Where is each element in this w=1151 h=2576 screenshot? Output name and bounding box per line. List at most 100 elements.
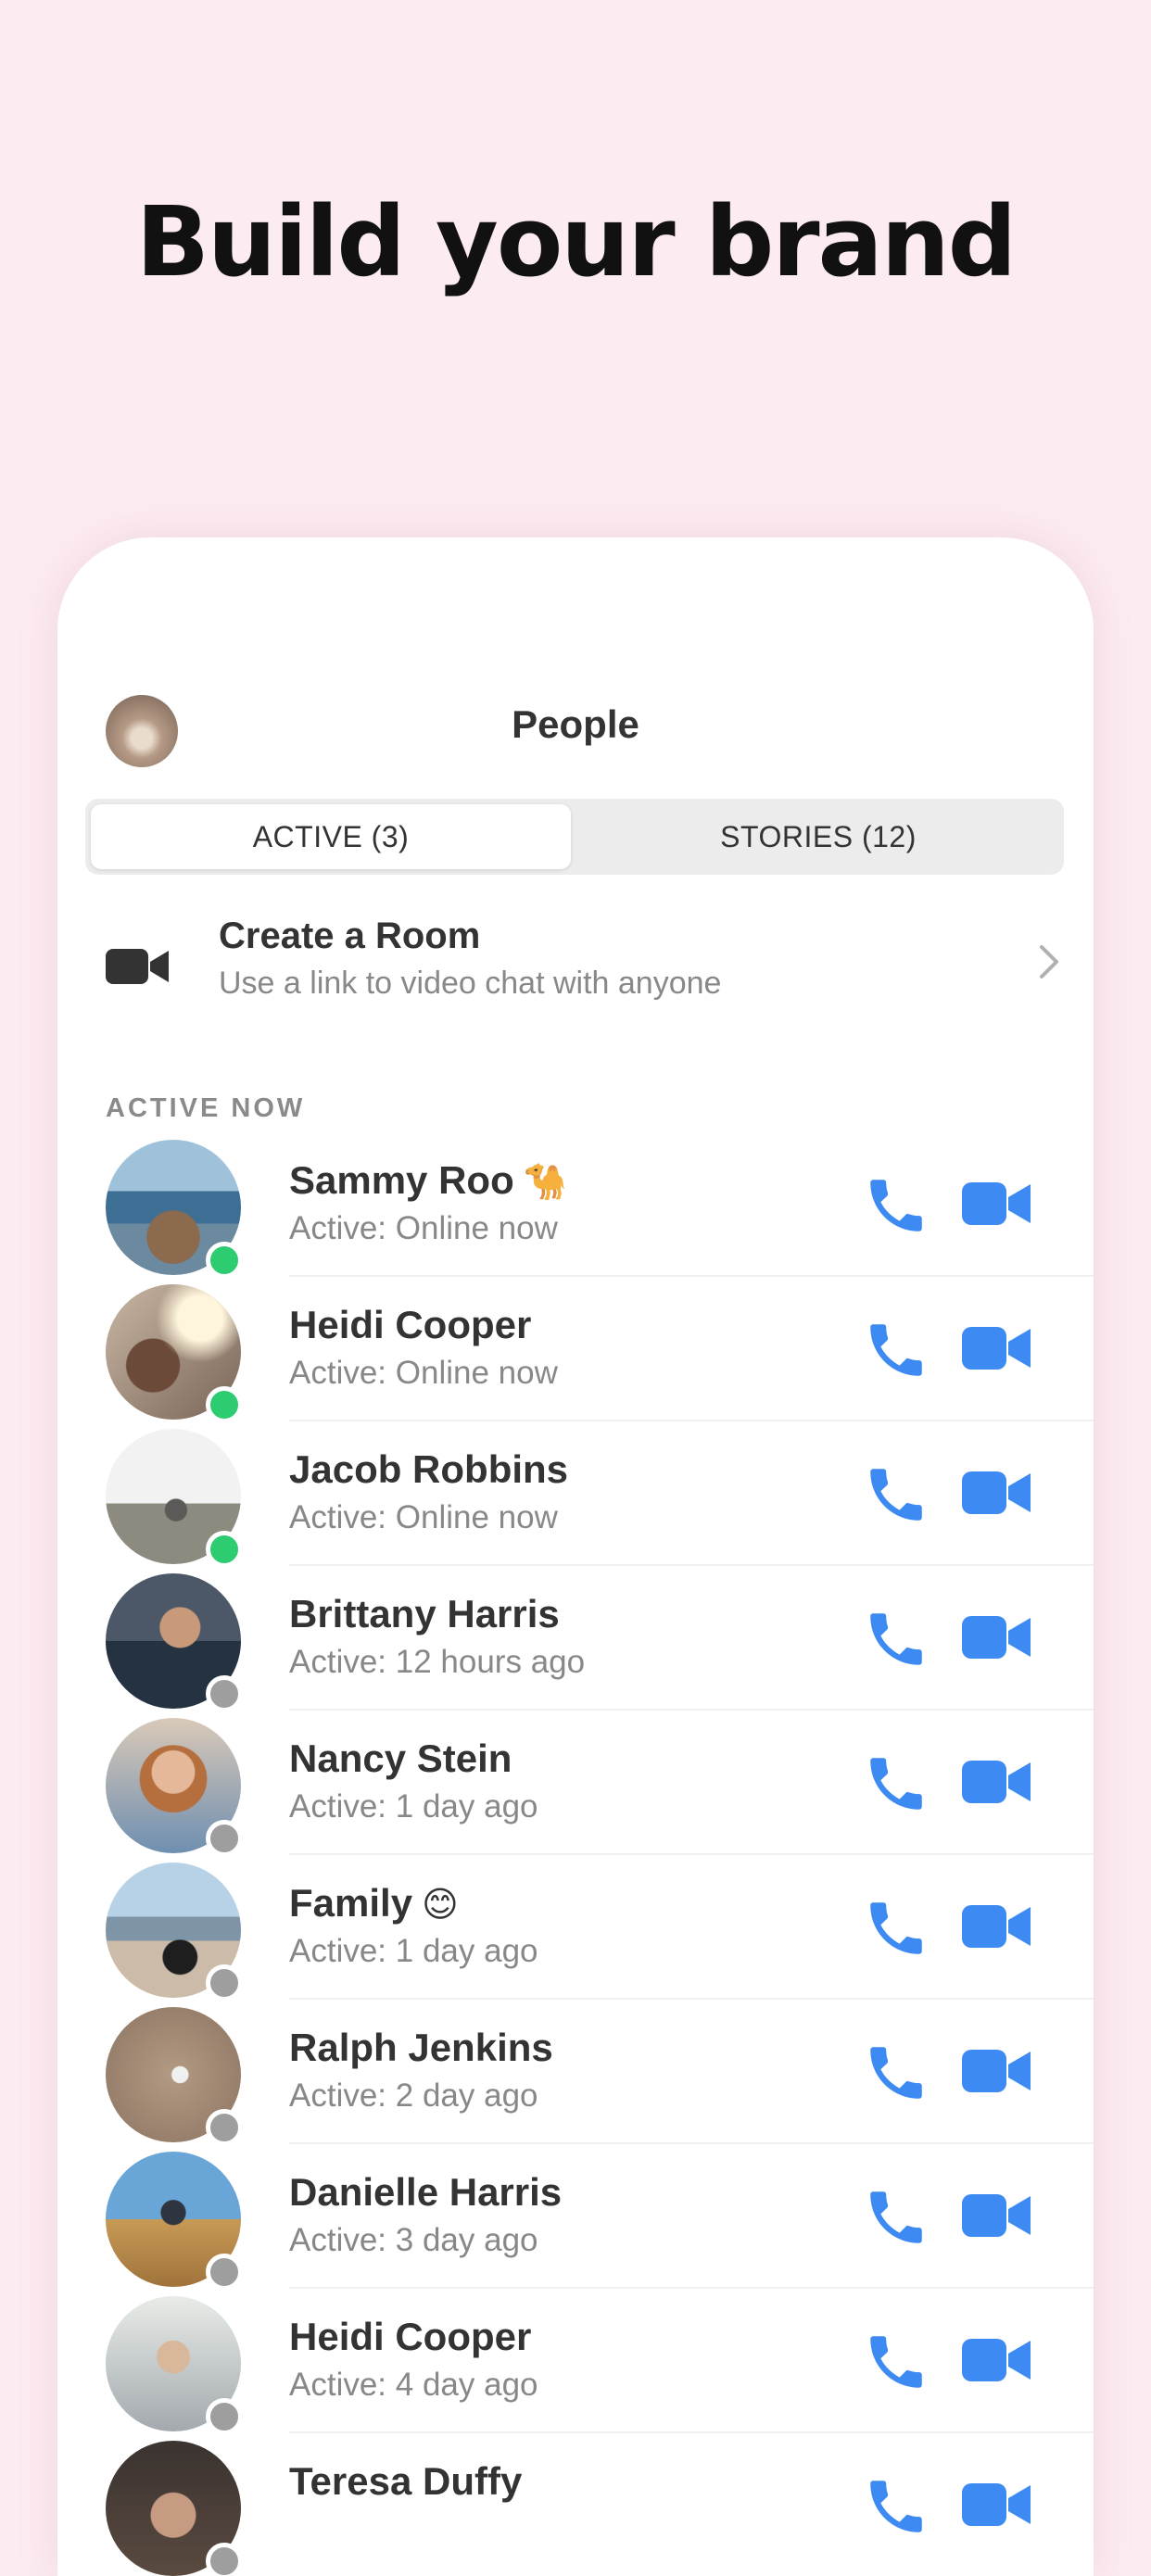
call-button[interactable] xyxy=(862,2328,930,2396)
video-camera-icon xyxy=(962,1471,1032,1523)
offline-status-dot xyxy=(206,2543,243,2576)
list-item[interactable]: Family 😊 Active: 1 day ago xyxy=(57,1855,1094,2001)
list-item[interactable]: Danielle Harris Active: 3 day ago xyxy=(57,2144,1094,2291)
phone-icon xyxy=(862,1469,930,1533)
person-status: Active: Online now xyxy=(289,1355,558,1391)
phone-icon xyxy=(862,1613,930,1677)
person-name-text: Jacob Robbins xyxy=(289,1447,569,1491)
person-name-text: Danielle Harris xyxy=(289,2170,563,2214)
phone-icon xyxy=(862,1324,930,1388)
person-name: Nancy Stein xyxy=(289,1736,521,1781)
video-camera-icon xyxy=(962,1761,1032,1812)
video-camera-icon xyxy=(962,1616,1032,1668)
call-button[interactable] xyxy=(862,1605,930,1673)
video-call-button[interactable] xyxy=(962,1321,1032,1375)
person-name-text: Nancy Stein xyxy=(289,1736,512,1780)
phone-icon xyxy=(862,2191,930,2255)
list-item[interactable]: Heidi Cooper Active: Online now xyxy=(57,1277,1094,1423)
person-name: Brittany Harris xyxy=(289,1592,569,1636)
call-button[interactable] xyxy=(862,1460,930,1529)
person-name: Sammy Roo 🐪 xyxy=(289,1158,567,1203)
person-status: Active: 12 hours ago xyxy=(289,1644,586,1680)
person-name-text: Heidi Cooper xyxy=(289,1303,532,1346)
call-button[interactable] xyxy=(862,1894,930,1963)
person-status: Active: Online now xyxy=(289,1210,558,1246)
offline-status-dot xyxy=(206,1820,243,1857)
call-button[interactable] xyxy=(862,2472,930,2541)
person-status: Active: 2 day ago xyxy=(289,2077,538,2114)
section-label-active-now: ACTIVE NOW xyxy=(106,1093,306,1123)
video-camera-icon xyxy=(962,2339,1032,2391)
list-item[interactable]: Jacob Robbins Active: Online now xyxy=(57,1421,1094,1568)
person-name: Jacob Robbins xyxy=(289,1447,577,1492)
video-camera-icon xyxy=(962,1327,1032,1379)
name-emoji: 🐪 xyxy=(523,1161,568,1202)
create-room-row[interactable]: Create a Room Use a link to video chat w… xyxy=(57,908,1094,1029)
offline-status-dot xyxy=(206,2109,243,2146)
list-item[interactable]: Teresa Duffy xyxy=(57,2433,1094,2576)
video-camera-icon xyxy=(962,1905,1032,1957)
phone-icon xyxy=(862,2336,930,2400)
people-list: Sammy Roo 🐪 Active: Online now Heidi Cooper… xyxy=(57,1132,1094,2576)
video-camera-icon xyxy=(962,2483,1032,2535)
person-name: Heidi Cooper xyxy=(289,2315,540,2359)
create-room-title: Create a Room xyxy=(219,915,481,956)
list-item[interactable]: Ralph Jenkins Active: 2 day ago xyxy=(57,2000,1094,2146)
list-item[interactable]: Brittany Harris Active: 12 hours ago xyxy=(57,1566,1094,1712)
tab-active[interactable]: ACTIVE (3) xyxy=(91,804,571,869)
phone-icon xyxy=(862,2047,930,2111)
page-title: People xyxy=(512,702,639,746)
video-call-button[interactable] xyxy=(962,1610,1032,1664)
person-name-text: Teresa Duffy xyxy=(289,2459,523,2503)
chevron-right-icon xyxy=(1038,943,1060,985)
person-status: Active: Online now xyxy=(289,1499,558,1535)
person-status: Active: 1 day ago xyxy=(289,1788,538,1825)
online-status-dot xyxy=(206,1242,243,1279)
person-status: Active: 3 day ago xyxy=(289,2222,538,2258)
video-camera-icon xyxy=(106,945,171,992)
video-call-button[interactable] xyxy=(962,1177,1032,1231)
person-name: Danielle Harris xyxy=(289,2170,571,2215)
phone-screen: People ACTIVE (3) STORIES (12) Create a … xyxy=(57,537,1094,2576)
video-call-button[interactable] xyxy=(962,2478,1032,2532)
tab-stories[interactable]: STORIES (12) xyxy=(578,804,1058,869)
call-button[interactable] xyxy=(862,1749,930,1818)
phone-icon xyxy=(862,2481,930,2544)
person-status: Active: 4 day ago xyxy=(289,2367,538,2403)
person-name: Ralph Jenkins xyxy=(289,2026,563,2070)
offline-status-dot xyxy=(206,2398,243,2435)
video-call-button[interactable] xyxy=(962,2333,1032,2387)
headline: Build your brand xyxy=(135,185,1017,298)
name-emoji: 😊 xyxy=(422,1884,459,1925)
video-camera-icon xyxy=(962,1182,1032,1234)
person-name-text: Family xyxy=(289,1881,413,1925)
list-item[interactable]: Sammy Roo 🐪 Active: Online now xyxy=(57,1132,1094,1279)
person-status: Active: 1 day ago xyxy=(289,1933,538,1969)
video-call-button[interactable] xyxy=(962,2044,1032,2098)
call-button[interactable] xyxy=(862,2039,930,2107)
video-call-button[interactable] xyxy=(962,1755,1032,1809)
person-name: Heidi Cooper xyxy=(289,1303,540,1347)
call-button[interactable] xyxy=(862,2183,930,2252)
offline-status-dot xyxy=(206,2254,243,2291)
list-item[interactable]: Heidi Cooper Active: 4 day ago xyxy=(57,2289,1094,2435)
person-name-text: Brittany Harris xyxy=(289,1592,560,1635)
person-name-text: Heidi Cooper xyxy=(289,2315,532,2358)
person-name-text: Sammy Roo xyxy=(289,1158,514,1202)
person-name: Teresa Duffy xyxy=(289,2459,531,2504)
video-call-button[interactable] xyxy=(962,1900,1032,1953)
person-name-text: Ralph Jenkins xyxy=(289,2026,553,2069)
call-button[interactable] xyxy=(862,1316,930,1384)
list-item[interactable]: Nancy Stein Active: 1 day ago xyxy=(57,1711,1094,1857)
video-call-button[interactable] xyxy=(962,1466,1032,1520)
video-camera-icon xyxy=(962,2050,1032,2102)
online-status-dot xyxy=(206,1386,243,1423)
phone-icon xyxy=(862,1902,930,1966)
call-button[interactable] xyxy=(862,1171,930,1240)
video-call-button[interactable] xyxy=(962,2189,1032,2242)
person-name: Family 😊 xyxy=(289,1881,459,1926)
top-bar: People xyxy=(57,695,1094,769)
create-room-subtitle: Use a link to video chat with anyone xyxy=(219,966,722,1001)
video-camera-icon xyxy=(962,2194,1032,2246)
online-status-dot xyxy=(206,1531,243,1568)
